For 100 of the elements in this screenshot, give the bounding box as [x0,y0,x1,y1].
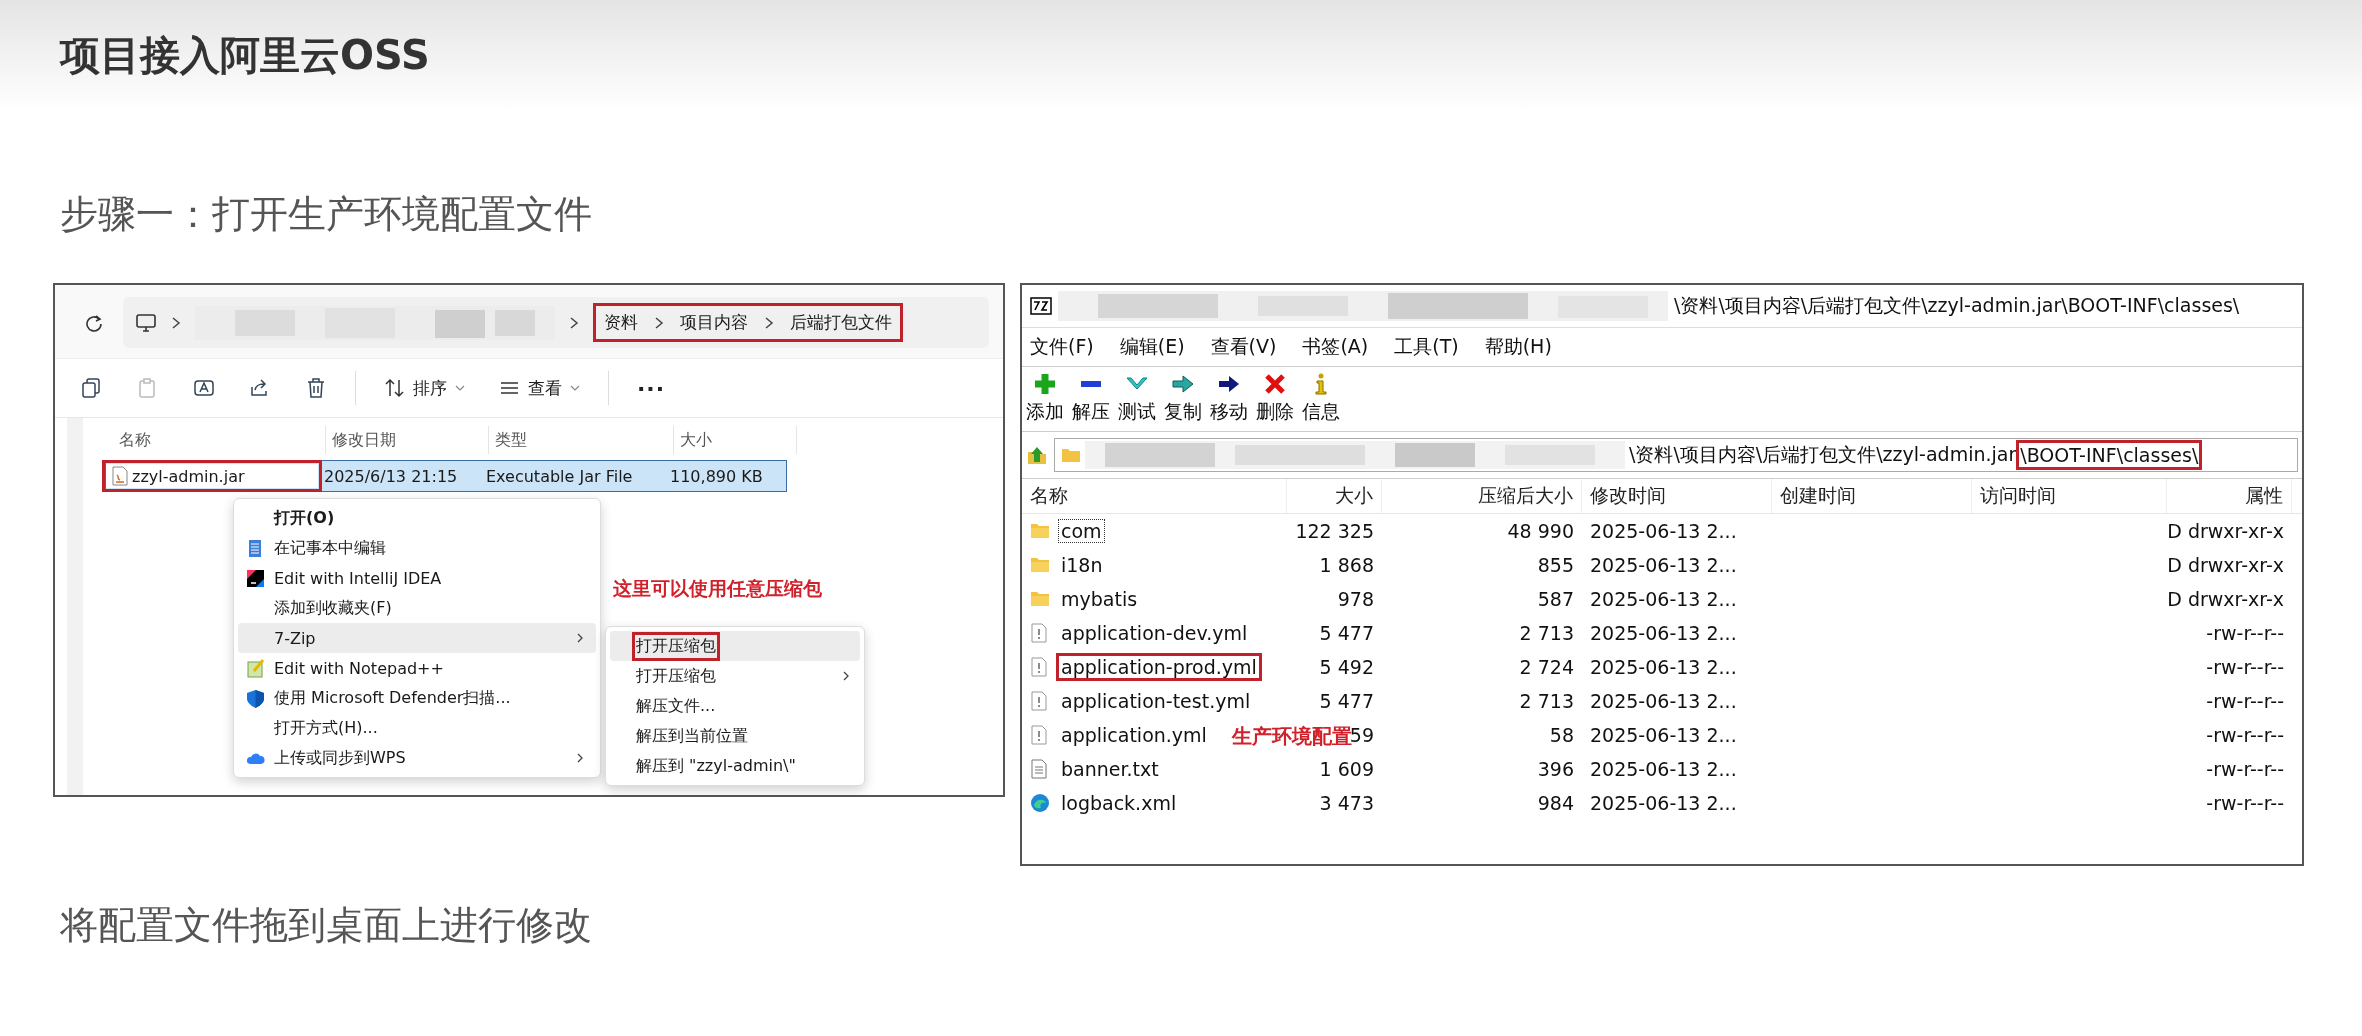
address-bar[interactable]: 资料 项目内容 后端打包文件 [123,297,989,348]
menu-item[interactable]: 上传或同步到WPS [238,743,596,773]
table-cell: D drwxr-xr-x [2167,588,2284,610]
extract-button[interactable]: 解压 [1072,373,1110,425]
copy-icon [81,377,103,399]
column-header[interactable]: 属性 [2167,479,2292,513]
table-cell: D drwxr-xr-x [2167,520,2284,542]
menu-item[interactable]: 在记事本中编辑 [238,533,596,563]
table-cell: 58 [1549,724,1574,746]
table-cell: -rw-r--r-- [2206,758,2284,780]
file-name[interactable]: banner.txt [1056,755,1164,783]
file-name[interactable]: application-test.yml [1056,687,1256,715]
view-button[interactable]: 查看 [493,372,586,404]
caret-icon [570,384,580,392]
column-header[interactable]: 大小 [1287,479,1382,513]
table-cell-text: Executable Jar File [485,466,634,486]
copy-button[interactable]: 复制 [1164,373,1202,425]
info-button[interactable]: 信息 [1302,373,1340,425]
annotation: 这里可以使用任意压缩包 [613,576,822,601]
menu-item[interactable]: 工具(T) [1394,334,1459,360]
menu-item[interactable]: 使用 Microsoft Defender扫描... [238,683,596,713]
more-button[interactable]: ··· [631,371,672,405]
menu-item[interactable]: 解压到 "zzyl-admin\" [610,751,860,781]
jar-file-icon [112,466,128,486]
window-title: \资料\项目内容\后端打包文件\zzyl-admin.jar\BOOT-INF\classes\ [1674,293,2240,318]
file-name[interactable]: i18n [1056,551,1108,579]
table-cell: 2025-06-13 2... [1590,656,1737,678]
table-cell: 2 713 [1519,690,1574,712]
menu-item[interactable]: 打开(O) [238,503,596,533]
menu-item[interactable]: 文件(F) [1030,334,1094,360]
menu-item[interactable]: 7-Zip [238,623,596,653]
file-name[interactable]: logback.xml [1056,789,1182,817]
table-cell-text: 2025/6/13 21:15 [323,466,459,486]
table-cell: -rw-r--r-- [2206,656,2284,678]
path-field[interactable]: \资料\项目内容\后端打包文件\zzyl-admin.jar \BOOT-INF\classes\ [1054,438,2298,472]
table-cell: -rw-r--r-- [2206,690,2284,712]
test-button[interactable]: 测试 [1118,373,1156,425]
menu-item[interactable]: 书签(A) [1302,334,1369,360]
menu-item[interactable]: 编辑(E) [1119,334,1185,360]
column-header[interactable]: 名称 [1022,479,1287,513]
breadcrumb-item[interactable]: 项目内容 [680,311,748,334]
file-name: zzyl-admin.jar [132,466,245,486]
sort-icon [384,378,405,398]
delete-button[interactable]: 删除 [1256,373,1294,425]
table-cell: 978 [1337,588,1374,610]
menu-item[interactable]: 打开压缩包 [610,661,860,691]
folder-icon [1030,555,1050,575]
menu-item[interactable]: 打开方式(H)... [238,713,596,743]
column-header[interactable]: 修改时间 [1582,479,1772,513]
table-cell: 2025-06-13 2... [1590,554,1737,576]
column-header[interactable]: 修改日期 [326,426,489,454]
file-name[interactable]: application-dev.yml [1056,619,1253,647]
file-name[interactable]: mybatis [1056,585,1143,613]
app-logo-icon [1030,297,1052,315]
arrow-icon [1218,373,1240,395]
table-cell: 396 [1537,758,1574,780]
menu-item[interactable]: Edit with Notepad++ [238,653,596,683]
table-cell: 2025-06-13 2... [1590,758,1737,780]
column-header[interactable]: 压缩后大小 [1382,479,1582,513]
column-header[interactable]: 创建时间 [1772,479,1972,513]
menu-item[interactable]: 解压到当前位置 [610,721,860,751]
menu-item[interactable]: 查看(V) [1210,334,1277,360]
column-header[interactable]: 大小 [674,426,797,454]
menu-item[interactable]: 添加到收藏夹(F) [238,593,596,623]
menu-item[interactable]: 帮助(H) [1484,334,1552,360]
table-cell: 2 724 [1519,656,1574,678]
menu-item[interactable]: Edit with IntelliJ IDEA [238,563,596,593]
breadcrumb-item[interactable]: 资料 [604,311,638,334]
file-icon [1030,725,1050,745]
file-name[interactable]: application-prod.yml [1056,653,1262,681]
cloud-icon [246,751,265,765]
file-name[interactable]: application.yml [1056,721,1212,749]
column-header[interactable]: 类型 [489,426,674,454]
table-cell-text: 110,890 KB [669,466,764,486]
path-text: \资料\项目内容\后端打包文件\zzyl-admin.jar [1629,442,2017,467]
file-icon [1030,657,1050,677]
move-button[interactable]: 移动 [1210,373,1248,425]
rename-icon [193,377,215,399]
column-header[interactable]: 名称 [113,426,326,454]
globe-icon [1030,793,1050,813]
column-header[interactable]: 访问时间 [1972,479,2167,513]
table-cell: 3 473 [1319,792,1374,814]
add-button[interactable]: 添加 [1026,373,1064,425]
file-name[interactable]: com [1056,517,1107,545]
breadcrumb-item[interactable]: 后端打包文件 [790,311,892,334]
table-cell: -rw-r--r-- [2206,724,2284,746]
monitor-icon [135,312,157,333]
menu-item[interactable]: 解压文件... [610,691,860,721]
table-cell: 2025-06-13 2... [1590,724,1737,746]
chevron-icon [654,315,664,330]
cross-icon [1264,373,1286,395]
menu-item[interactable]: 打开压缩包 [610,631,860,661]
folder-icon [1061,447,1081,463]
table-cell: 5 477 [1319,690,1374,712]
table-cell: 2025-06-13 2... [1590,792,1737,814]
sort-button[interactable]: 排序 [378,372,471,404]
table-cell: 1 868 [1319,554,1374,576]
table-cell: 2025-06-13 2... [1590,690,1737,712]
file-row[interactable]: zzyl-admin.jar 2025/6/13 21:15 Executable Jar File 110,890 KB [105,460,787,492]
refresh-icon[interactable] [85,313,103,332]
